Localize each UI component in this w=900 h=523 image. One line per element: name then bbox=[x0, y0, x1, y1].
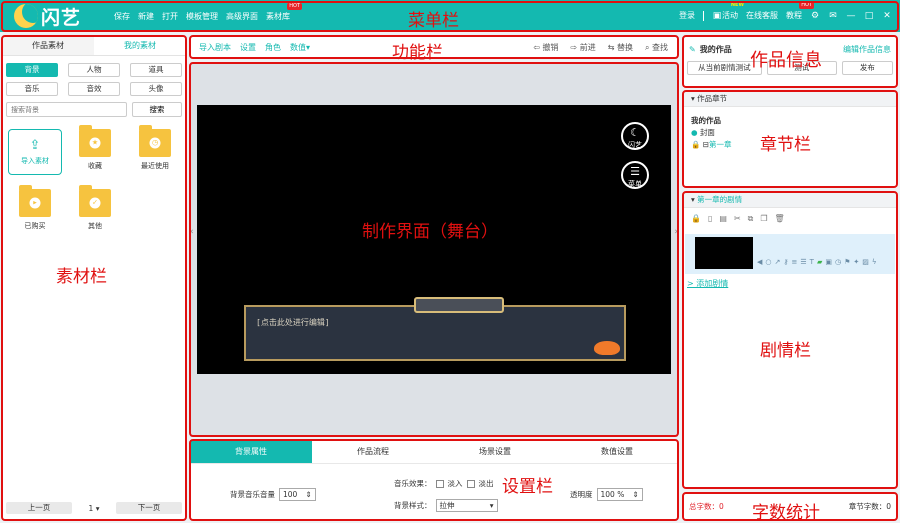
label-chapters: 章节栏 bbox=[760, 135, 811, 155]
label-wordcount: 字数统计 bbox=[752, 503, 820, 523]
label-menubar: 菜单栏 bbox=[408, 11, 459, 31]
settings-outline bbox=[189, 439, 679, 521]
label-assets: 素材栏 bbox=[56, 267, 107, 287]
label-toolbar: 功能栏 bbox=[392, 43, 443, 63]
label-stage: 制作界面（舞台） bbox=[362, 222, 498, 242]
label-settings: 设置栏 bbox=[502, 477, 553, 497]
label-work-info: 作品信息 bbox=[750, 50, 822, 71]
stage-outline bbox=[189, 62, 679, 437]
label-plot: 剧情栏 bbox=[760, 341, 811, 361]
